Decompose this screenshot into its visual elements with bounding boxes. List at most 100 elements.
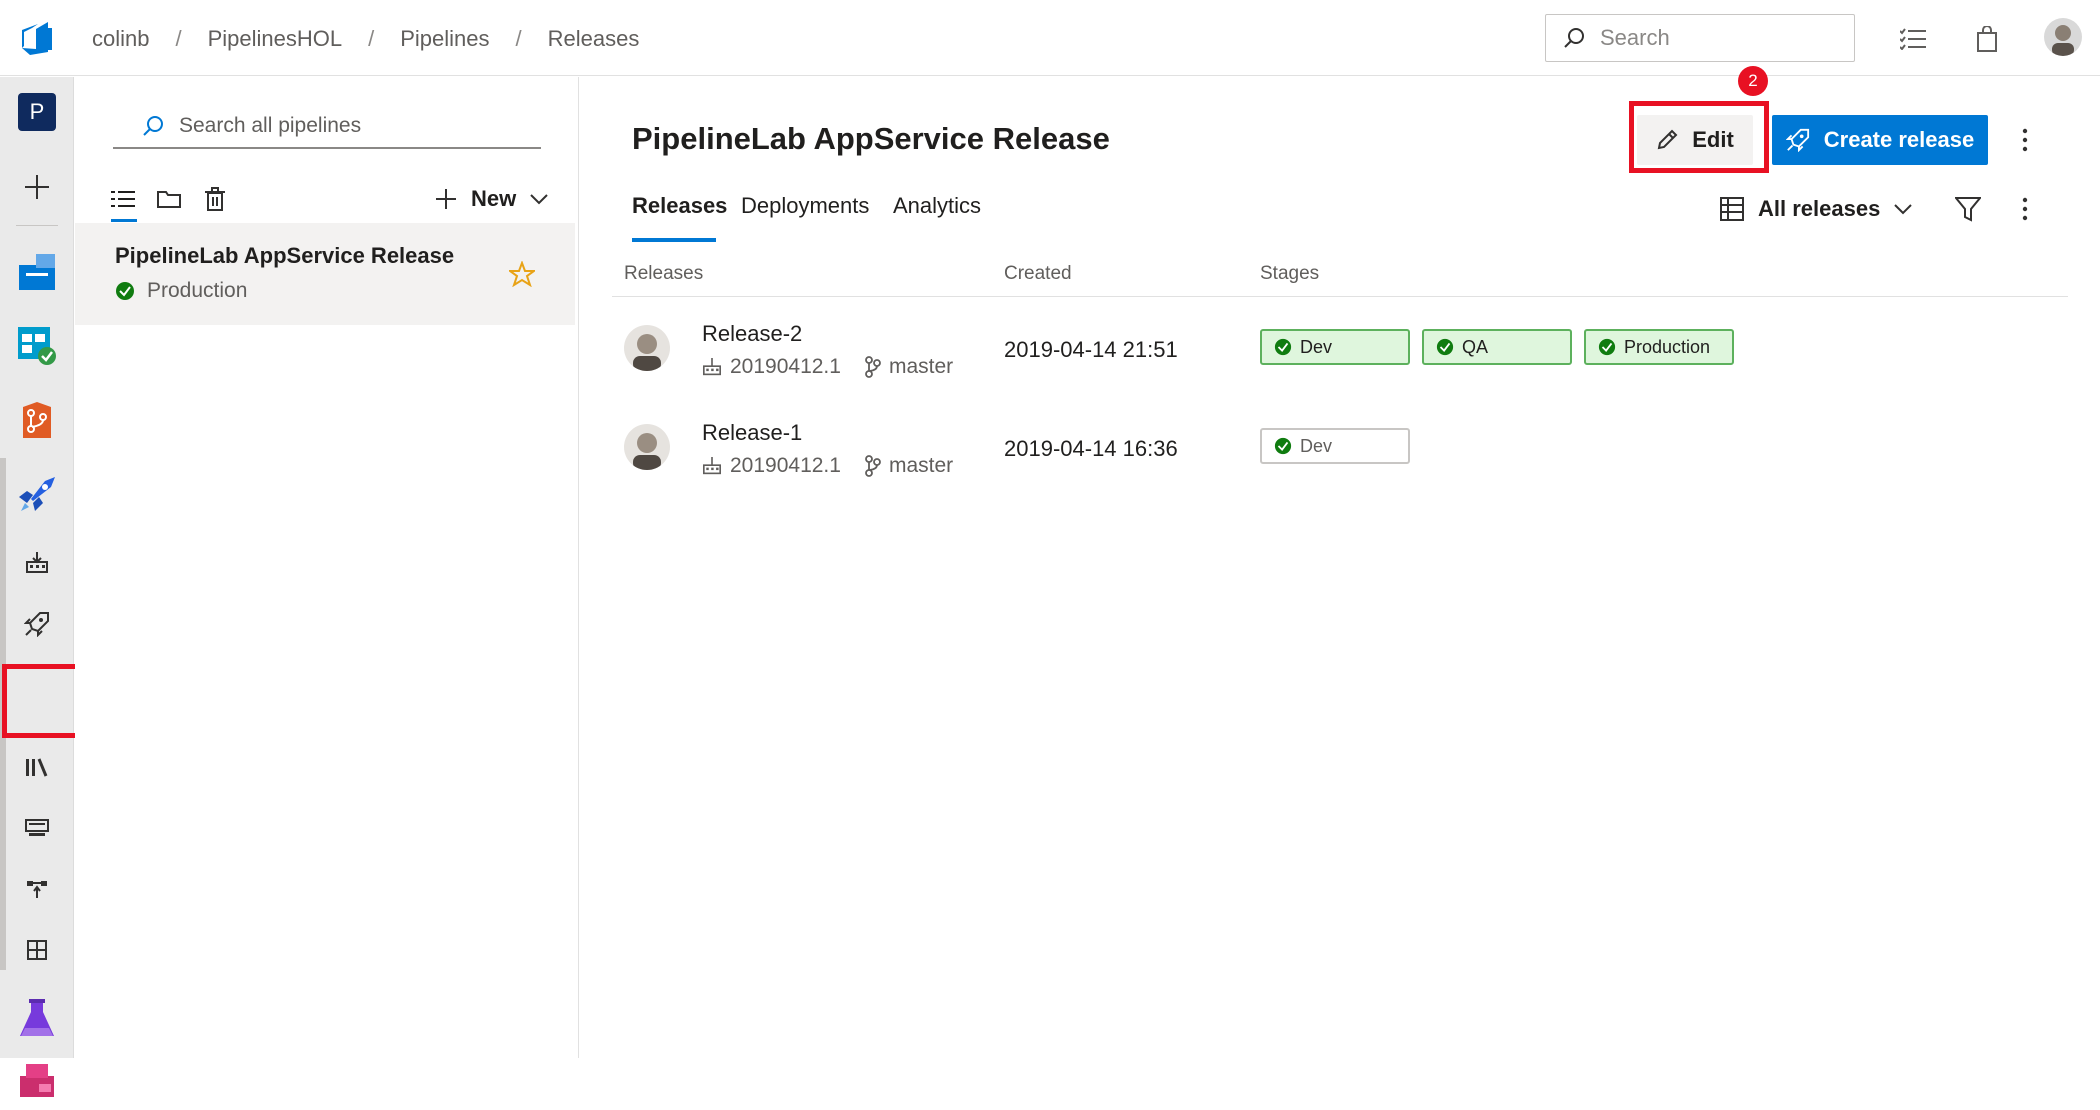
create-release-label: Create release: [1823, 127, 1975, 152]
pipelines-icon: [19, 477, 55, 511]
build-icon: [703, 358, 721, 376]
release-name[interactable]: Release-2: [702, 321, 802, 347]
top-bar: colinb / PipelinesHOL / Pipelines / Rele…: [0, 0, 2100, 76]
success-check-icon: [1598, 338, 1616, 356]
nav-library[interactable]: [0, 736, 74, 798]
breadcrumb-separator: /: [515, 26, 522, 51]
breadcrumb-releases[interactable]: Releases: [548, 26, 640, 52]
nav-overview[interactable]: [0, 241, 74, 303]
stage-badge-dev[interactable]: Dev: [1260, 428, 1410, 464]
callout-badge-2: 2: [1738, 66, 1768, 96]
project-avatar: P: [18, 93, 56, 131]
rocket-icon: [1785, 128, 1809, 152]
pipeline-name: PipelineLab AppService Release: [115, 243, 455, 268]
branch-name[interactable]: master: [889, 355, 953, 379]
stage-badge-production[interactable]: Production: [1584, 329, 1734, 365]
marketplace-bag-icon[interactable]: [1970, 22, 2004, 56]
more-actions-icon[interactable]: [2010, 120, 2040, 160]
test-plans-flask-icon: [20, 999, 54, 1036]
create-release-button[interactable]: Create release: [1772, 115, 1988, 165]
left-navigation: P 1: [0, 77, 106, 1097]
deleted-view-tab[interactable]: [200, 180, 230, 218]
branch-name[interactable]: master: [889, 454, 953, 478]
success-check-icon: [1274, 437, 1292, 455]
release-view-dropdown[interactable]: All releases: [1720, 189, 1913, 229]
release-meta: 20190412.1 master: [702, 454, 953, 478]
edit-button[interactable]: Edit: [1637, 115, 1753, 165]
work-items-list-icon[interactable]: [1896, 22, 1930, 56]
deployment-groups-icon: [27, 881, 47, 898]
branch-icon: [865, 356, 881, 378]
nav-deployment-groups[interactable]: [0, 858, 74, 920]
tab-deployments[interactable]: Deployments: [741, 193, 869, 231]
breadcrumb-separator: /: [175, 26, 182, 51]
breadcrumb-org[interactable]: colinb: [92, 26, 149, 52]
rocket-icon: [24, 612, 49, 637]
breadcrumb-project[interactable]: PipelinesHOL: [208, 26, 343, 52]
overview-icon: [19, 254, 55, 290]
column-header-stages[interactable]: Stages: [1260, 263, 1319, 285]
new-button-label: New: [471, 186, 517, 211]
breadcrumb-pipelines[interactable]: Pipelines: [400, 26, 489, 52]
nav-builds[interactable]: [0, 532, 74, 594]
success-check-icon: [116, 282, 134, 300]
active-tab-indicator: [632, 238, 716, 242]
nav-add-button[interactable]: [0, 156, 74, 218]
release-created: 2019-04-14 21:51: [1004, 337, 1178, 362]
new-pipeline-button[interactable]: New: [435, 179, 548, 219]
nav-repos[interactable]: [0, 389, 74, 451]
pipeline-list-item[interactable]: PipelineLab AppService Release Productio…: [75, 223, 575, 325]
builds-factory-icon: [26, 552, 48, 573]
folder-icon: [157, 191, 181, 208]
stage-label: QA: [1462, 336, 1489, 357]
tab-analytics[interactable]: Analytics: [893, 193, 981, 231]
boards-icon: [18, 327, 56, 365]
nav-boards[interactable]: [0, 315, 74, 377]
global-search-box[interactable]: [1545, 14, 1855, 62]
stage-label: Production: [1624, 336, 1711, 357]
nav-xaml[interactable]: [0, 919, 74, 981]
release-meta: 20190412.1 master: [702, 355, 953, 379]
plus-icon: [25, 175, 49, 199]
global-search-input[interactable]: [1598, 24, 1838, 52]
azure-devops-logo-icon[interactable]: [18, 18, 58, 58]
tab-releases[interactable]: Releases: [632, 193, 727, 231]
column-header-created[interactable]: Created: [1004, 263, 1072, 285]
nav-artifacts[interactable]: [0, 1048, 74, 1110]
success-check-icon: [1274, 338, 1292, 356]
table-row[interactable]: Release-1 20190412.1 master 2019-04-14 1…: [612, 398, 2068, 496]
build-number[interactable]: 20190412.1: [730, 355, 841, 379]
stage-label: Dev: [1300, 336, 1333, 357]
breadcrumb-separator: /: [368, 26, 375, 51]
folder-view-tab[interactable]: [154, 180, 184, 218]
trash-icon: [205, 187, 225, 211]
stage-badge-qa[interactable]: QA: [1422, 329, 1572, 365]
nav-task-groups[interactable]: [0, 797, 74, 859]
release-name[interactable]: Release-1: [702, 420, 802, 446]
pipeline-search-input[interactable]: [177, 113, 517, 139]
list-view-tab[interactable]: [108, 180, 138, 218]
nav-pipelines[interactable]: [0, 463, 74, 525]
view-options-icon[interactable]: [2010, 189, 2040, 229]
releases-table-header: Releases Created Stages: [612, 255, 2068, 297]
pipeline-search-box[interactable]: [113, 105, 541, 149]
table-icon: [1720, 197, 1744, 221]
release-created: 2019-04-14 16:36: [1004, 436, 1178, 461]
nav-project[interactable]: P: [0, 81, 74, 143]
chevron-down-icon: [530, 194, 548, 205]
column-header-releases[interactable]: Releases: [624, 263, 703, 285]
repos-icon: [23, 402, 51, 438]
build-number[interactable]: 20190412.1: [730, 454, 841, 478]
favorite-star-icon[interactable]: [509, 261, 535, 287]
nav-test-plans[interactable]: [0, 987, 74, 1049]
stage-badge-dev[interactable]: Dev: [1260, 329, 1410, 365]
search-icon: [143, 116, 163, 136]
highlight-box-releases: [2, 664, 80, 738]
task-groups-icon: [25, 819, 49, 836]
user-avatar[interactable]: [2044, 18, 2082, 56]
filter-icon[interactable]: [1950, 190, 1986, 228]
release-pipeline-main: PipelineLab AppService Release 2 Edit Cr…: [580, 66, 2100, 1058]
success-check-icon: [1436, 338, 1454, 356]
nav-releases[interactable]: [0, 593, 74, 655]
table-row[interactable]: Release-2 20190412.1 master 2019-04-14 2…: [612, 299, 2068, 397]
